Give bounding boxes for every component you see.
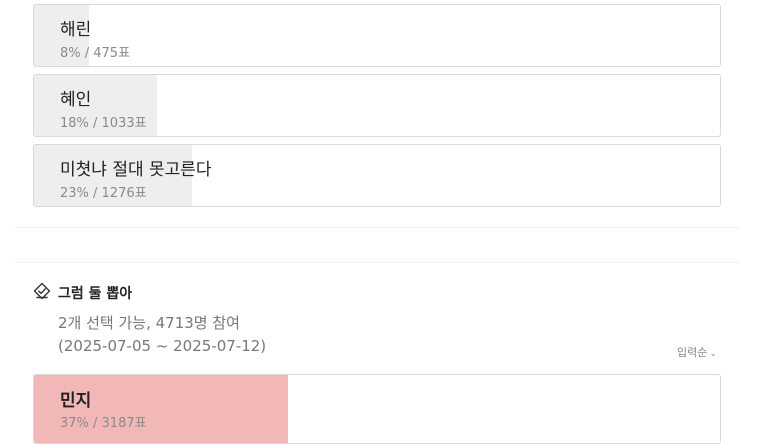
option-label: 혜인: [60, 90, 92, 110]
poll-title: 그럼 둘 뽑아: [58, 286, 133, 302]
poll-option-minji[interactable]: 민지 37% / 3187표: [33, 374, 721, 444]
option-stats: 18% / 1033표: [60, 116, 147, 131]
poll-option-haerin[interactable]: 해린 8% / 475표: [33, 4, 721, 67]
option-label: 미쳣냐 절대 못고른다: [60, 160, 212, 180]
chevron-down-icon: ⌄: [709, 349, 717, 359]
poll-option-cannot-choose[interactable]: 미쳣냐 절대 못고른다 23% / 1276표: [33, 144, 721, 207]
sort-label: 입력순: [677, 346, 708, 359]
check-badge-icon: [33, 282, 51, 300]
section-divider: [15, 227, 740, 228]
option-stats: 8% / 475표: [60, 46, 131, 61]
poll-meta: 2개 선택 가능, 4713명 참여: [58, 314, 240, 332]
poll-option-hyein[interactable]: 혜인 18% / 1033표: [33, 74, 721, 137]
option-label: 민지: [60, 391, 92, 411]
poll-period: (2025-07-05 ~ 2025-07-12): [58, 337, 267, 355]
section-divider: [15, 262, 740, 263]
sort-dropdown[interactable]: 입력순 ⌄: [677, 344, 717, 360]
option-stats: 23% / 1276표: [60, 186, 147, 201]
option-stats: 37% / 3187표: [60, 416, 147, 431]
option-label: 해린: [60, 20, 92, 40]
